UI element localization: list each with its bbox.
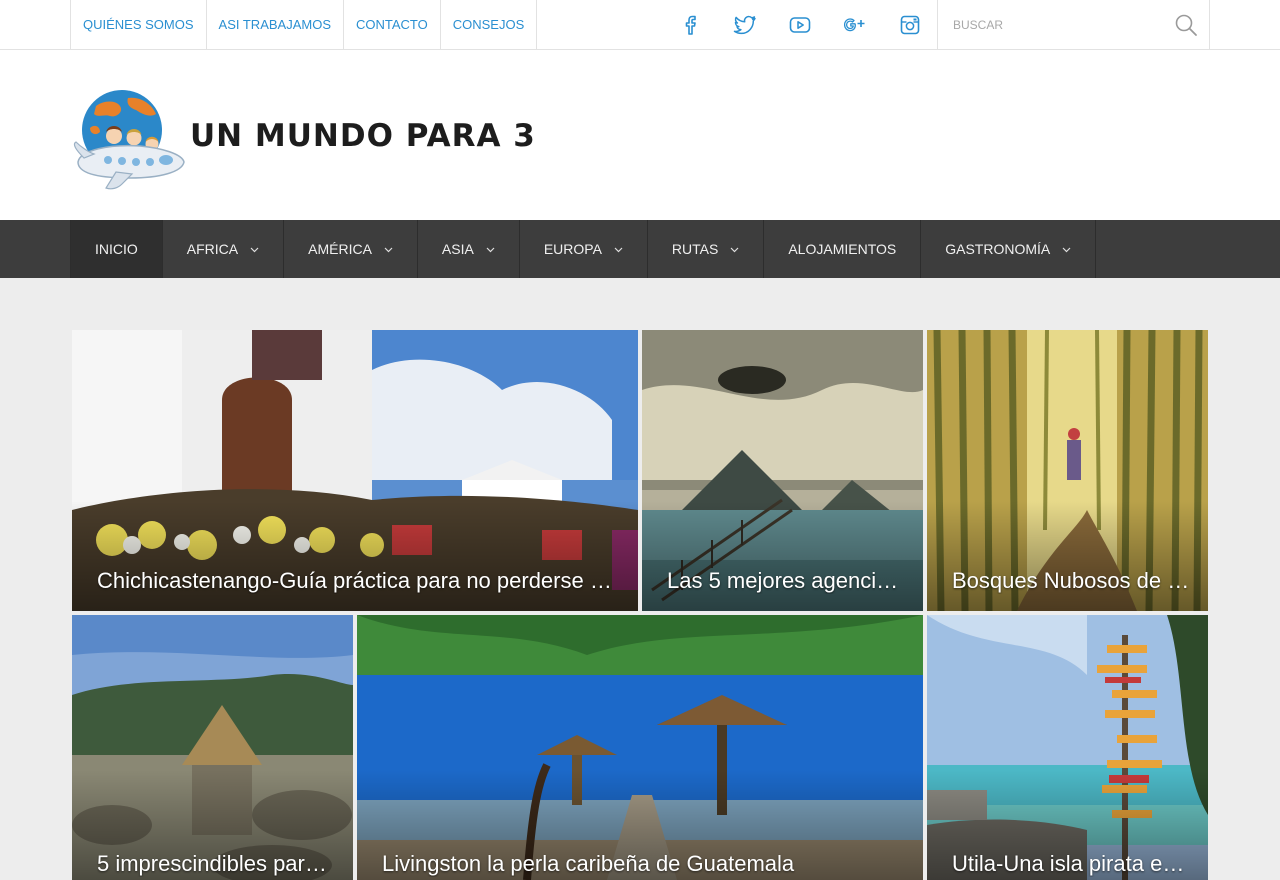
twitter-icon[interactable] bbox=[717, 0, 772, 49]
google-plus-icon[interactable] bbox=[827, 0, 882, 49]
nav-item-label: INICIO bbox=[95, 241, 138, 257]
social-links bbox=[662, 0, 937, 49]
nav-item-label: ASIA bbox=[441, 241, 474, 257]
nav-item-label: AMÉRICA bbox=[308, 241, 372, 257]
nav-item-alojamientos[interactable]: ALOJAMIENTOS bbox=[764, 220, 922, 278]
site-logo[interactable]: UN MUNDO PARA 3 bbox=[70, 88, 535, 192]
post-title[interactable]: Livingston la perla caribeña de Guatemal… bbox=[382, 851, 905, 877]
main-nav: INICIO AFRICA AMÉRICA ASIA EUROPA RUTAS … bbox=[0, 220, 1280, 278]
post-title[interactable]: Bosques Nubosos de Guatemala bbox=[952, 568, 1190, 594]
nav-item-label: EUROPA bbox=[543, 241, 602, 257]
top-link-consejos[interactable]: CONSEJOS bbox=[441, 0, 538, 49]
nav-item-rutas[interactable]: RUTAS bbox=[648, 220, 765, 278]
nav-item-america[interactable]: AMÉRICA bbox=[284, 220, 418, 278]
search-icon[interactable] bbox=[1173, 12, 1199, 38]
post-card-agencias[interactable]: Las 5 mejores agencias de Guatemala bbox=[642, 330, 923, 611]
post-title-shade bbox=[927, 501, 1208, 611]
nav-item-label: GASTRONOMÍA bbox=[945, 241, 1051, 257]
youtube-icon[interactable] bbox=[772, 0, 827, 49]
post-title-shade bbox=[642, 501, 923, 611]
logo-globe-plane-icon bbox=[73, 90, 185, 190]
facebook-icon[interactable] bbox=[662, 0, 717, 49]
nav-item-label: AFRICA bbox=[186, 241, 239, 257]
post-title[interactable]: Chichicastenango-Guía práctica para no p… bbox=[97, 568, 620, 594]
instagram-icon[interactable] bbox=[882, 0, 937, 49]
post-card-chichicastenango[interactable]: Chichicastenango-Guía práctica para no p… bbox=[72, 330, 638, 611]
post-title[interactable]: 5 imprescindibles para Galicia bbox=[97, 851, 335, 877]
nav-item-label: ALOJAMIENTOS bbox=[788, 241, 897, 257]
top-link-asi-trabajamos[interactable]: ASI TRABAJAMOS bbox=[207, 0, 344, 49]
nav-item-gastronomia[interactable]: GASTRONOMÍA bbox=[921, 220, 1097, 278]
post-card-galicia[interactable]: 5 imprescindibles para Galicia bbox=[72, 615, 353, 880]
nav-item-inicio[interactable]: INICIO bbox=[71, 220, 163, 278]
nav-item-africa[interactable]: AFRICA bbox=[163, 220, 285, 278]
chevron-down-icon bbox=[1062, 247, 1071, 252]
chevron-down-icon bbox=[250, 247, 259, 252]
post-title[interactable]: Utila-Una isla pirata en Honduras bbox=[952, 851, 1190, 877]
post-card-utila[interactable]: Utila-Una isla pirata en Honduras bbox=[927, 615, 1208, 880]
post-card-livingston[interactable]: Livingston la perla caribeña de Guatemal… bbox=[357, 615, 923, 880]
site-title: UN MUNDO PARA 3 bbox=[190, 118, 536, 154]
nav-item-label: RUTAS bbox=[671, 241, 719, 257]
site-header: UN MUNDO PARA 3 bbox=[0, 50, 1280, 220]
chevron-down-icon bbox=[384, 247, 393, 252]
top-link-contacto[interactable]: CONTACTO bbox=[344, 0, 441, 49]
top-bar: QUIÉNES SOMOS ASI TRABAJAMOS CONTACTO CO… bbox=[0, 0, 1280, 50]
chevron-down-icon bbox=[730, 247, 739, 252]
search-input[interactable] bbox=[953, 14, 1153, 36]
post-card-bosques-nubosos[interactable]: Bosques Nubosos de Guatemala bbox=[927, 330, 1208, 611]
top-links: QUIÉNES SOMOS ASI TRABAJAMOS CONTACTO CO… bbox=[70, 0, 538, 49]
nav-item-europa[interactable]: EUROPA bbox=[520, 220, 648, 278]
post-title[interactable]: Las 5 mejores agencias de Guatemala bbox=[667, 568, 905, 594]
top-link-quienes-somos[interactable]: QUIÉNES SOMOS bbox=[71, 0, 207, 49]
post-title-shade bbox=[72, 501, 638, 611]
search-box bbox=[937, 0, 1210, 49]
chevron-down-icon bbox=[614, 247, 623, 252]
chevron-down-icon bbox=[486, 247, 495, 252]
nav-item-asia[interactable]: ASIA bbox=[418, 220, 520, 278]
